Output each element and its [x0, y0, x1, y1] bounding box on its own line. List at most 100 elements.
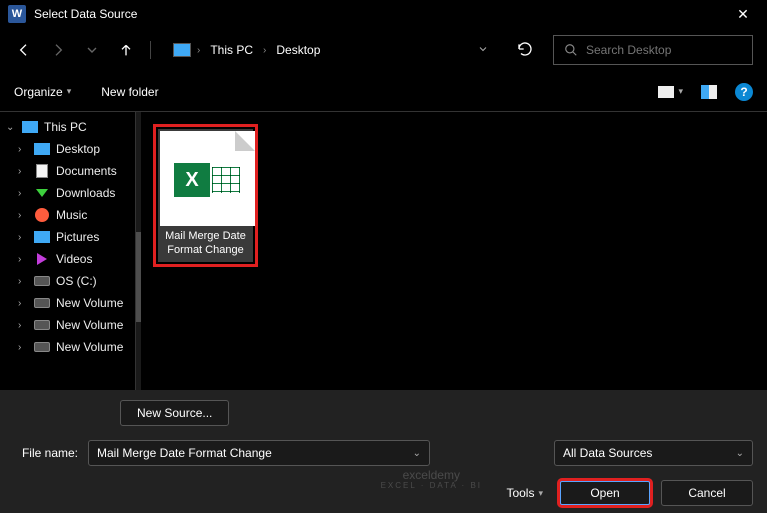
chevron-down-icon	[84, 42, 100, 58]
pc-icon	[22, 120, 38, 134]
window-title: Select Data Source	[34, 7, 727, 21]
file-item-label: Mail Merge Date Format Change	[160, 226, 251, 260]
pic-icon	[34, 230, 50, 244]
sidebar-item-label: Pictures	[56, 230, 99, 244]
sidebar-item-label: Downloads	[56, 186, 115, 200]
chevron-right-icon[interactable]: ›	[18, 210, 28, 221]
chevron-right-icon[interactable]: ›	[18, 276, 28, 287]
new-folder-label: New folder	[101, 85, 158, 99]
drive-icon	[34, 340, 50, 354]
bottom-panel: New Source... File name: Mail Merge Date…	[0, 390, 767, 513]
sidebar-item-osc[interactable]: › OS (C:)	[0, 270, 135, 292]
sidebar-item-label: Documents	[56, 164, 117, 178]
file-item-mail-merge-date-format-change[interactable]: XMail Merge Date Format Change	[153, 124, 258, 267]
chevron-right-icon[interactable]: ›	[18, 298, 28, 309]
sidebar-item-music[interactable]: › Music	[0, 204, 135, 226]
organize-label: Organize	[14, 85, 63, 99]
view-icon	[658, 86, 674, 98]
chevron-down-icon: ▾	[538, 488, 543, 499]
up-button[interactable]	[116, 40, 136, 60]
new-source-button[interactable]: New Source...	[120, 400, 229, 426]
arrow-left-icon	[16, 42, 32, 58]
search-icon	[564, 43, 578, 57]
sidebar-item-videos[interactable]: › Videos	[0, 248, 135, 270]
chevron-down-icon: ▾	[678, 86, 683, 97]
chevron-right-icon[interactable]: ›	[263, 45, 266, 56]
sidebar-scrollbar[interactable]	[135, 112, 141, 390]
open-button[interactable]: Open	[559, 480, 651, 506]
recent-button[interactable]	[82, 40, 102, 60]
search-input[interactable]	[586, 43, 742, 57]
chevron-right-icon[interactable]: ›	[197, 45, 200, 56]
nav-toolbar: › This PC › Desktop	[0, 28, 767, 72]
sidebar-item-downloads[interactable]: › Downloads	[0, 182, 135, 204]
chevron-right-icon[interactable]: ›	[18, 254, 28, 265]
sidebar-item-pictures[interactable]: › Pictures	[0, 226, 135, 248]
forward-button[interactable]	[48, 40, 68, 60]
close-icon[interactable]: ✕	[727, 6, 759, 23]
new-folder-button[interactable]: New folder	[101, 85, 158, 99]
doc-icon	[34, 164, 50, 178]
sidebar-item-label: New Volume	[56, 296, 123, 310]
folder-tree[interactable]: ⌄ This PC › Desktop › Documents › Downloads › Mus…	[0, 112, 135, 390]
excel-file-icon: X	[160, 131, 255, 226]
sidebar-item-label: Music	[56, 208, 87, 222]
pc-icon	[173, 43, 191, 57]
scrollbar-thumb[interactable]	[136, 232, 141, 322]
cancel-button[interactable]: Cancel	[661, 480, 753, 506]
sidebar-item-label: New Volume	[56, 340, 123, 354]
sidebar-item-nv3[interactable]: › New Volume	[0, 336, 135, 358]
chevron-right-icon[interactable]: ›	[18, 188, 28, 199]
tools-menu[interactable]: Tools ▾	[506, 486, 543, 500]
back-button[interactable]	[14, 40, 34, 60]
sidebar-item-label: Videos	[56, 252, 92, 266]
sidebar-item-label: OS (C:)	[56, 274, 97, 288]
file-list[interactable]: XMail Merge Date Format Change	[141, 112, 767, 390]
sidebar-item-documents[interactable]: › Documents	[0, 160, 135, 182]
word-icon: W	[8, 5, 26, 23]
arrow-up-icon	[118, 42, 134, 58]
chevron-right-icon[interactable]: ›	[18, 166, 28, 177]
search-box[interactable]	[553, 35, 753, 65]
preview-pane-button[interactable]	[701, 85, 717, 99]
drive-icon	[34, 296, 50, 310]
chevron-right-icon[interactable]: ›	[18, 320, 28, 331]
sidebar-item-nv2[interactable]: › New Volume	[0, 314, 135, 336]
sidebar-item-pc[interactable]: ⌄ This PC	[0, 116, 135, 138]
chevron-right-icon[interactable]: ›	[18, 342, 28, 353]
address-dropdown[interactable]	[477, 43, 489, 58]
music-icon	[34, 208, 50, 222]
refresh-icon	[517, 41, 533, 57]
chevron-right-icon[interactable]: ›	[18, 144, 28, 155]
chevron-down-icon[interactable]: ⌄	[736, 448, 744, 459]
refresh-button[interactable]	[511, 41, 539, 60]
file-toolbar: Organize ▾ New folder ▾ ?	[0, 72, 767, 112]
dl-icon	[34, 186, 50, 200]
chevron-down-icon[interactable]: ⌄	[6, 122, 16, 133]
chevron-right-icon[interactable]: ›	[18, 232, 28, 243]
breadcrumb-this-pc[interactable]: This PC	[206, 41, 257, 59]
chevron-down-icon: ▾	[67, 86, 72, 97]
chevron-down-icon	[477, 43, 489, 55]
breadcrumb-desktop[interactable]: Desktop	[272, 41, 324, 59]
sidebar-item-label: Desktop	[56, 142, 100, 156]
chevron-down-icon[interactable]: ⌄	[413, 448, 421, 459]
arrow-right-icon	[50, 42, 66, 58]
file-type-filter[interactable]: All Data Sources ⌄	[554, 440, 753, 466]
sidebar-item-label: This PC	[44, 120, 87, 134]
sidebar-item-label: New Volume	[56, 318, 123, 332]
file-name-label: File name:	[14, 446, 78, 460]
sidebar-item-nv1[interactable]: › New Volume	[0, 292, 135, 314]
sidebar-item-desktop[interactable]: › Desktop	[0, 138, 135, 160]
drive-icon	[34, 274, 50, 288]
desktop-icon	[34, 142, 50, 156]
filter-value: All Data Sources	[563, 446, 730, 460]
drive-icon	[34, 318, 50, 332]
tools-label: Tools	[506, 486, 534, 500]
view-menu[interactable]: ▾	[658, 86, 683, 98]
vid-icon	[34, 252, 50, 266]
file-name-combo[interactable]: Mail Merge Date Format Change ⌄	[88, 440, 430, 466]
address-bar[interactable]: › This PC › Desktop	[165, 35, 497, 65]
help-button[interactable]: ?	[735, 83, 753, 101]
organize-menu[interactable]: Organize ▾	[14, 85, 71, 99]
